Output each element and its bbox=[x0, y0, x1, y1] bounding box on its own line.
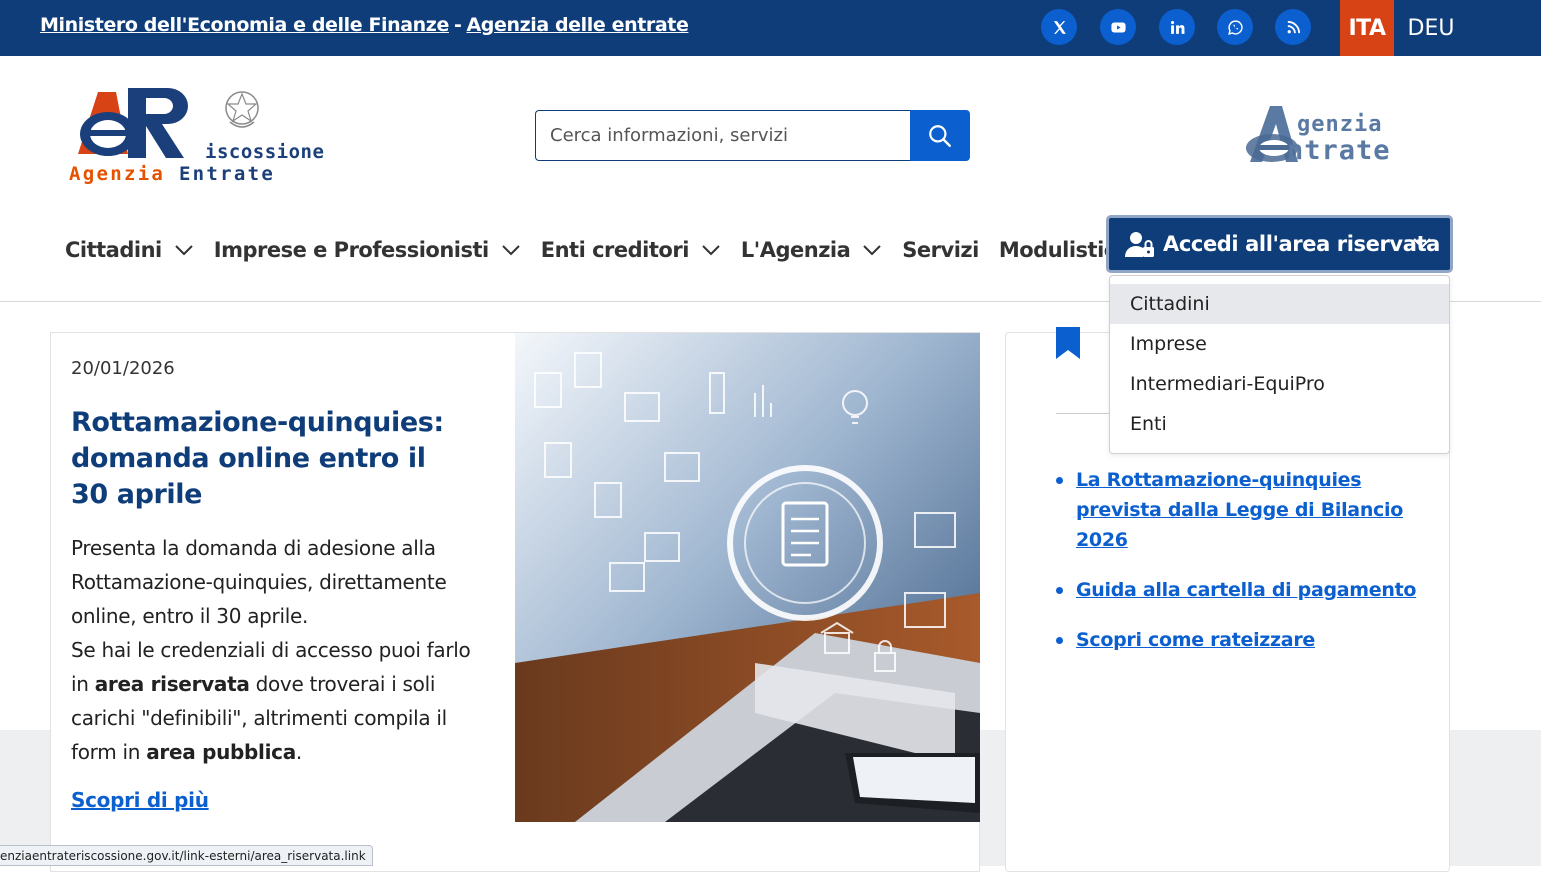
x-icon[interactable] bbox=[1041, 9, 1077, 45]
chevron-down-icon bbox=[702, 245, 720, 256]
logo-riscossione-line1: iscossione bbox=[205, 141, 325, 163]
news-date: 20/01/2026 bbox=[71, 358, 175, 379]
top-bar: Ministero dell'Economia e delle Finanze -… bbox=[0, 0, 1541, 56]
news-card: 20/01/2026 Rottamazione-quinquies: doman… bbox=[50, 332, 980, 872]
list-item: Scopri come rateizzare bbox=[1056, 625, 1436, 655]
agenzia-entrate-link[interactable]: Agenzia delle entrate bbox=[466, 14, 688, 36]
list-item: Guida alla cartella di pagamento bbox=[1056, 575, 1436, 605]
news-body: Presenta la domanda di adesione alla Rot… bbox=[71, 531, 491, 769]
reserved-area-button[interactable]: Accedi all'area riservata bbox=[1106, 215, 1453, 273]
news-image bbox=[515, 333, 980, 822]
dropdown-item-cittadini[interactable]: Cittadini bbox=[1110, 284, 1449, 324]
nav-item-imprese[interactable]: Imprese e Professionisti bbox=[214, 238, 521, 262]
news-body-period: . bbox=[295, 740, 302, 764]
chevron-down-icon bbox=[1413, 238, 1431, 249]
rss-icon[interactable] bbox=[1275, 9, 1311, 45]
nav-item-label: Cittadini bbox=[65, 238, 162, 262]
logo-riscossione[interactable]: iscossione Agenzia Entrate bbox=[68, 84, 348, 185]
nav-item-label: L'Agenzia bbox=[740, 238, 851, 262]
nav-item-label: Imprese e Professionisti bbox=[213, 238, 490, 262]
news-title[interactable]: Rottamazione-quinquies: domanda online e… bbox=[71, 405, 471, 513]
nav-item-cittadini[interactable]: Cittadini bbox=[65, 238, 194, 262]
search-button[interactable] bbox=[910, 110, 970, 161]
nav-item-servizi[interactable]: Servizi bbox=[902, 238, 979, 262]
logo-right-line1: genzia bbox=[1297, 112, 1383, 137]
news-body-area-pubblica: area pubblica bbox=[146, 740, 296, 764]
dropdown-item-imprese[interactable]: Imprese bbox=[1110, 324, 1449, 364]
nav-item-label: Enti creditori bbox=[540, 238, 690, 262]
logo-right-line2: ntrate bbox=[1287, 135, 1391, 166]
read-more-link[interactable]: Scopri di più bbox=[71, 788, 209, 812]
side-links-list: La Rottamazione-quinquies prevista dalla… bbox=[1056, 465, 1436, 675]
lang-ita-button[interactable]: ITA bbox=[1340, 0, 1394, 56]
logo-riscossione-line2: Agenzia Entrate bbox=[69, 163, 275, 185]
reserved-area-label: Accedi all'area riservata bbox=[1163, 232, 1440, 256]
laptop-documents-illustration bbox=[515, 333, 980, 822]
riscossione-emblem-icon bbox=[78, 88, 188, 158]
search-input[interactable] bbox=[535, 110, 911, 161]
whatsapp-icon[interactable] bbox=[1217, 9, 1253, 45]
link-rottamazione-legge-bilancio[interactable]: La Rottamazione-quinquies prevista dalla… bbox=[1076, 469, 1403, 551]
nav-item-label: Servizi bbox=[902, 238, 979, 262]
nav-item-agenzia[interactable]: L'Agenzia bbox=[741, 238, 882, 262]
user-lock-icon bbox=[1125, 232, 1154, 257]
institution-links: Ministero dell'Economia e delle Finanze -… bbox=[40, 14, 689, 36]
chevron-down-icon bbox=[863, 245, 882, 256]
main-nav: Cittadini Imprese e Professionisti Enti … bbox=[65, 230, 1149, 270]
lang-deu-button[interactable]: DEU bbox=[1398, 0, 1464, 56]
nav-item-enti-creditori[interactable]: Enti creditori bbox=[541, 238, 721, 262]
linkedin-icon[interactable] bbox=[1159, 9, 1195, 45]
reserved-area-dropdown: Cittadini Imprese Intermediari-EquiPro E… bbox=[1109, 275, 1450, 454]
search-icon bbox=[929, 124, 951, 147]
dropdown-item-intermediari[interactable]: Intermediari-EquiPro bbox=[1110, 364, 1449, 404]
logo-agenzia-entrate[interactable]: genzia ntrate bbox=[1240, 100, 1440, 170]
youtube-icon[interactable] bbox=[1100, 9, 1136, 45]
link-guida-cartella[interactable]: Guida alla cartella di pagamento bbox=[1076, 579, 1416, 601]
chevron-down-icon bbox=[175, 245, 193, 256]
logo-entrate-word: Entrate bbox=[178, 163, 276, 185]
bookmark-icon bbox=[1056, 327, 1080, 359]
logo-agenzia-word: Agenzia bbox=[69, 163, 166, 185]
news-body-p1: Presenta la domanda di adesione alla Rot… bbox=[71, 536, 447, 628]
chevron-down-icon bbox=[502, 245, 520, 256]
mef-link[interactable]: Ministero dell'Economia e delle Finanze bbox=[40, 14, 449, 36]
link-separator: - bbox=[453, 14, 462, 36]
link-rateizzare[interactable]: Scopri come rateizzare bbox=[1076, 629, 1315, 651]
dropdown-item-enti[interactable]: Enti bbox=[1110, 404, 1449, 444]
status-bar-url: enziaentrateriscossione.gov.it/link-este… bbox=[0, 845, 373, 866]
news-body-area-riservata: area riservata bbox=[94, 672, 250, 696]
list-item: La Rottamazione-quinquies prevista dalla… bbox=[1056, 465, 1436, 555]
republic-emblem-icon bbox=[225, 91, 259, 128]
